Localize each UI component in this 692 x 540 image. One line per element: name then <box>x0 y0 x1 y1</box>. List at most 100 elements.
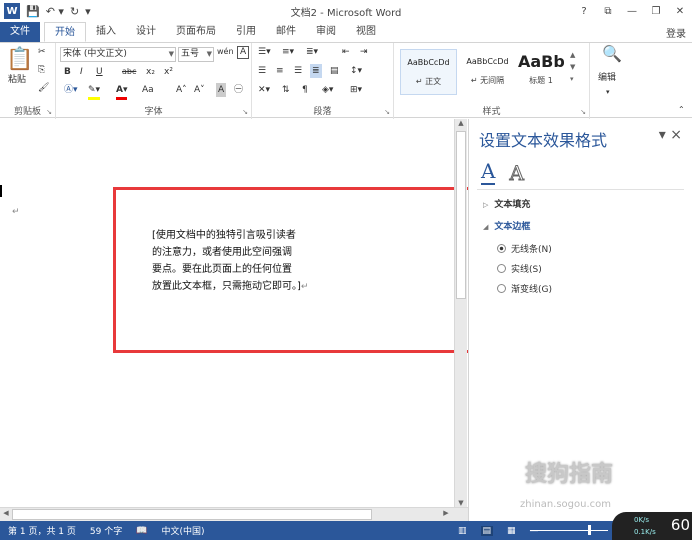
pane-title: 设置文本效果格式 <box>479 131 608 150</box>
align-right-icon[interactable]: ☰ <box>294 64 302 78</box>
multilevel-list-icon[interactable]: ≣▾ <box>306 45 318 59</box>
paste-button[interactable]: 粘贴 <box>8 73 26 87</box>
font-launcher-icon[interactable]: ↘ <box>242 108 248 116</box>
proofing-icon[interactable]: 📖 <box>136 526 147 536</box>
customize-qat-icon[interactable]: ▾ <box>85 5 91 18</box>
font-name-combo[interactable]: 宋体 (中文正文) ▼ <box>60 47 176 62</box>
radio-unselected[interactable] <box>497 264 506 273</box>
cut-icon[interactable]: ✂ <box>38 45 46 59</box>
horizontal-scrollbar[interactable]: ◀ ▶ <box>0 507 468 521</box>
zoom-slider-thumb[interactable] <box>588 525 591 535</box>
strikethrough-button[interactable]: abc <box>122 65 136 79</box>
text-fill-outline-tab[interactable]: A <box>481 159 496 185</box>
minimize-button[interactable]: — <box>620 0 644 22</box>
section-text-outline[interactable]: ◢ 文本边框 <box>483 219 530 232</box>
maximize-button[interactable]: ❐ <box>644 0 668 22</box>
scroll-down-icon[interactable]: ▼ <box>455 499 467 507</box>
read-mode-icon[interactable]: ▥ <box>458 526 467 536</box>
borders-icon[interactable]: ⊞▾ <box>350 83 362 97</box>
pane-close-icon[interactable]: ▾ × <box>659 127 682 143</box>
language-status[interactable]: 中文(中国) <box>161 524 204 537</box>
chinese-layout-icon[interactable]: ✕▾ <box>258 83 270 97</box>
styles-scroll-icon[interactable]: ▲ ▼ ▾ <box>570 49 575 85</box>
paragraph-launcher-icon[interactable]: ↘ <box>384 108 390 116</box>
option-solid-line[interactable]: 实线(S) <box>497 262 542 275</box>
distributed-icon[interactable]: ▤ <box>330 64 339 78</box>
shading-icon[interactable]: ◈▾ <box>322 83 333 97</box>
binoculars-icon[interactable]: 🔍 <box>602 46 622 62</box>
quote-textbox[interactable]: [使用文档中的独特引言吸引读者 的注意力，或者使用此空间强调 要点。要在此页面上… <box>152 227 327 296</box>
char-shading-icon[interactable]: A <box>216 83 227 97</box>
style-no-spacing[interactable]: AaBbCcDd ↵ 无间隔 <box>459 49 516 95</box>
horizontal-scroll-thumb[interactable] <box>12 509 372 520</box>
scroll-left-icon[interactable]: ◀ <box>0 509 12 517</box>
line-spacing-icon[interactable]: ↕▾ <box>350 64 362 78</box>
align-center-icon[interactable]: ≡ <box>276 64 284 78</box>
subscript-button[interactable]: x₂ <box>146 65 155 79</box>
vertical-scroll-thumb[interactable] <box>456 131 466 299</box>
tab-layout[interactable]: 页面布局 <box>166 22 226 42</box>
underline-button[interactable]: U <box>96 65 103 79</box>
option-no-line[interactable]: 无线条(N) <box>497 242 552 255</box>
tab-home[interactable]: 开始 <box>44 22 86 42</box>
tab-references[interactable]: 引用 <box>226 22 266 42</box>
ribbon-display-button[interactable]: ⧉ <box>596 0 620 22</box>
tab-insert[interactable]: 插入 <box>86 22 126 42</box>
redo-icon[interactable]: ↻ <box>70 5 79 18</box>
page-count[interactable]: 第 1 页，共 1 页 <box>8 524 76 537</box>
enclose-char-icon[interactable]: ㊀ <box>234 83 243 97</box>
tab-mailings[interactable]: 邮件 <box>266 22 306 42</box>
clipboard-launcher-icon[interactable]: ↘ <box>46 108 52 116</box>
highlight-icon[interactable]: ✎▾ <box>88 83 101 100</box>
tab-review[interactable]: 审阅 <box>306 22 346 42</box>
show-marks-icon[interactable]: ¶ <box>302 83 308 97</box>
text-effects-tab[interactable]: A <box>509 161 524 186</box>
close-button[interactable]: ✕ <box>668 0 692 22</box>
tab-design[interactable]: 设计 <box>126 22 166 42</box>
radio-unselected[interactable] <box>497 284 506 293</box>
copy-icon[interactable]: ⎘ <box>38 63 45 77</box>
format-painter-icon[interactable]: 🖌 <box>38 81 49 95</box>
editing-button[interactable]: 编辑 <box>598 71 616 85</box>
text-effects-icon[interactable]: Ⓐ▾ <box>64 83 78 97</box>
help-button[interactable]: ? <box>572 0 596 22</box>
scroll-up-icon[interactable]: ▲ <box>455 119 467 127</box>
paste-icon[interactable]: 📋 <box>6 47 33 72</box>
undo-icon[interactable]: ↶ ▾ <box>46 5 64 18</box>
print-layout-icon[interactable]: ▤ <box>480 525 494 536</box>
font-color-icon[interactable]: A▾ <box>116 83 128 100</box>
web-layout-icon[interactable]: ▦ <box>507 526 516 536</box>
increase-indent-icon[interactable]: ⇥ <box>360 45 368 59</box>
scroll-right-icon[interactable]: ▶ <box>440 509 452 517</box>
tab-file[interactable]: 文件 <box>0 22 40 42</box>
radio-selected[interactable] <box>497 244 506 253</box>
section-text-fill[interactable]: ▷ 文本填充 <box>483 197 530 210</box>
shrink-font-button[interactable]: A˅ <box>194 83 205 97</box>
vertical-scrollbar[interactable]: ▲ ▼ <box>454 119 467 507</box>
bold-button[interactable]: B <box>64 65 71 79</box>
collapse-ribbon-icon[interactable]: ⌃ <box>678 103 685 117</box>
italic-button[interactable]: I <box>80 65 83 79</box>
sort-icon[interactable]: ⇅ <box>282 83 290 97</box>
styles-launcher-icon[interactable]: ↘ <box>580 108 586 116</box>
word-count[interactable]: 59 个字 <box>90 524 122 537</box>
sign-in-link[interactable]: 登录 <box>666 25 686 40</box>
save-icon[interactable]: 💾 <box>26 5 40 18</box>
style-heading-1[interactable]: AaBb 标题 1 <box>518 49 564 95</box>
close-icon[interactable]: × <box>670 127 682 143</box>
zoom-slider[interactable] <box>530 530 608 531</box>
align-left-icon[interactable]: ☰ <box>258 64 266 78</box>
decrease-indent-icon[interactable]: ⇤ <box>342 45 350 59</box>
superscript-button[interactable]: x² <box>164 65 173 79</box>
change-case-button[interactable]: Aa <box>142 83 154 97</box>
numbering-icon[interactable]: ≡▾ <box>282 45 294 59</box>
bullets-icon[interactable]: ☰▾ <box>258 45 271 59</box>
phonetic-guide-button[interactable]: wén <box>217 45 234 59</box>
font-size-combo[interactable]: 五号 ▼ <box>178 47 214 62</box>
char-border-button[interactable]: A <box>237 46 250 59</box>
style-normal[interactable]: AaBbCcDd ↵ 正文 <box>400 49 457 95</box>
option-gradient-line[interactable]: 渐变线(G) <box>497 282 552 295</box>
tab-view[interactable]: 视图 <box>346 22 386 42</box>
grow-font-button[interactable]: A˄ <box>176 83 187 97</box>
justify-icon[interactable]: ≣ <box>310 64 322 78</box>
